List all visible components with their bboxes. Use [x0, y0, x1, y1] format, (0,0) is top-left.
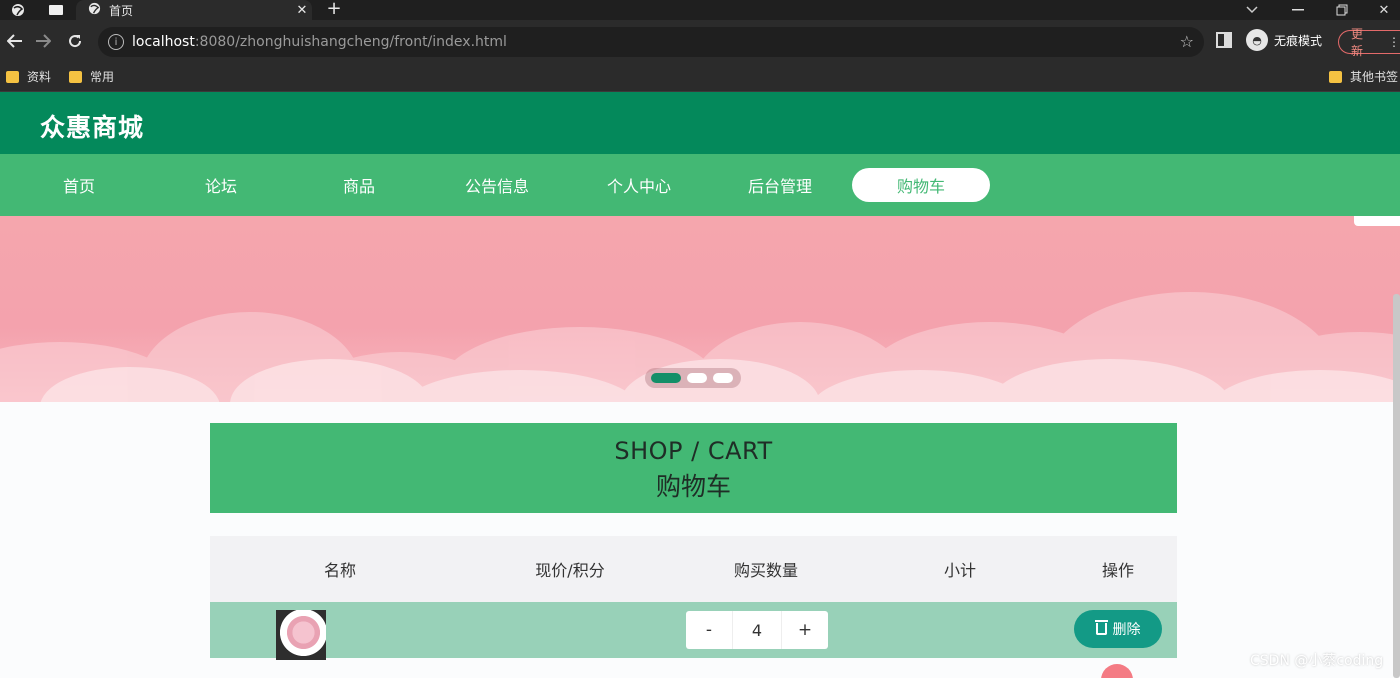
page-scrollbar[interactable] — [1393, 294, 1400, 678]
incognito-icon: ◓ — [1246, 29, 1268, 51]
tab-close-icon[interactable]: ✕ — [292, 3, 312, 18]
banner-carousel[interactable] — [0, 216, 1400, 402]
nav-item-cart[interactable]: 购物车 — [852, 168, 990, 202]
close-window-icon[interactable]: ✕ — [1362, 0, 1400, 20]
column-header-subtotal: 小计 — [943, 561, 976, 580]
side-panel-icon[interactable] — [1216, 32, 1232, 48]
bookmark-folder-0[interactable]: 资料 — [6, 68, 51, 85]
back-arrow-icon[interactable] — [0, 20, 30, 62]
other-bookmarks-label: 其他书签 — [1350, 70, 1399, 84]
trash-icon — [1094, 620, 1108, 635]
address-bar[interactable]: i localhost:8080/zhonghuishangcheng/fron… — [98, 27, 1204, 57]
cart-heading-en: SHOP / CART — [614, 437, 773, 465]
update-button[interactable]: 更新 ⋮ — [1338, 27, 1400, 58]
cart-table-header: 名称 现价/积分 购买数量 小计 操作 — [210, 536, 1177, 602]
nav-item-products[interactable]: 商品 — [290, 168, 428, 202]
cart-section: SHOP / CART 购物车 名称 现价/积分 购买数量 小计 操作 - 4 … — [0, 402, 1400, 678]
quantity-value[interactable]: 4 — [732, 611, 782, 649]
banner-edge — [1354, 216, 1400, 226]
product-thumbnail[interactable] — [276, 610, 326, 660]
watermark: CSDN @小蔡coding — [1250, 653, 1384, 669]
minimize-icon[interactable] — [1276, 0, 1320, 20]
folder-icon — [69, 70, 82, 83]
table-row: - 4 + 删除 — [210, 602, 1177, 660]
carousel-dot-3[interactable] — [713, 373, 733, 383]
column-header-name: 名称 — [323, 561, 356, 580]
bookmark-label: 常用 — [90, 70, 115, 84]
reload-icon[interactable] — [60, 20, 90, 62]
bookmark-star-icon[interactable]: ☆ — [1180, 32, 1194, 51]
column-header-action: 操作 — [1101, 561, 1134, 580]
nav-item-forum[interactable]: 论坛 — [152, 168, 290, 202]
site-nav: 首页 论坛 商品 公告信息 个人中心 后台管理 购物车 — [0, 154, 1400, 216]
bookmark-folder-1[interactable]: 常用 — [69, 68, 114, 85]
carousel-dot-1[interactable] — [651, 373, 681, 383]
nav-item-profile[interactable]: 个人中心 — [570, 168, 708, 202]
site-header: 众惠商城 — [0, 92, 1400, 154]
nav-item-announcements[interactable]: 公告信息 — [428, 168, 566, 202]
bookmarks-bar: 资料 常用 其他书签 — [0, 62, 1400, 92]
bookmark-label: 资料 — [27, 70, 52, 84]
cart-heading: SHOP / CART 购物车 — [210, 423, 1177, 513]
url-host: localhost — [132, 34, 195, 50]
update-label: 更新 — [1351, 27, 1364, 58]
other-bookmarks[interactable]: 其他书签 — [1329, 68, 1398, 85]
browser-toolbar: i localhost:8080/zhonghuishangcheng/fron… — [0, 20, 1400, 62]
delete-label: 删除 — [1112, 622, 1141, 638]
nav-item-home[interactable]: 首页 — [10, 168, 148, 202]
site-title: 众惠商城 — [40, 113, 145, 142]
tab-window-icon[interactable] — [40, 0, 72, 20]
increment-button[interactable]: + — [782, 611, 828, 649]
tab-homepage[interactable]: 首页 ✕ — [76, 0, 312, 20]
globe-icon — [88, 2, 101, 19]
nav-item-admin[interactable]: 后台管理 — [711, 168, 849, 202]
forward-arrow-icon[interactable] — [28, 20, 58, 62]
quantity-stepper: - 4 + — [686, 611, 828, 649]
more-menu-icon[interactable]: ⋮ — [1388, 35, 1400, 49]
column-header-price: 现价/积分 — [535, 561, 605, 580]
column-header-quantity: 购买数量 — [733, 561, 798, 580]
url-path: :8080/zhonghuishangcheng/front/index.htm… — [194, 34, 507, 50]
tab-search-icon[interactable] — [2, 0, 34, 20]
incognito-label: 无痕模式 — [1274, 33, 1323, 48]
new-tab-icon[interactable]: + — [322, 0, 346, 20]
tab-list-icon[interactable] — [1230, 0, 1274, 20]
folder-icon — [1329, 70, 1342, 83]
browser-tabstrip: 首页 ✕ + ✕ — [0, 0, 1400, 20]
carousel-indicators — [645, 368, 741, 388]
carousel-dot-2[interactable] — [687, 373, 707, 383]
floating-action-button[interactable] — [1101, 664, 1133, 678]
decrement-button[interactable]: - — [686, 611, 732, 649]
tab-title: 首页 — [109, 3, 134, 18]
incognito-indicator[interactable]: ◓ 无痕模式 — [1246, 29, 1322, 51]
cart-heading-cn: 购物车 — [655, 472, 731, 501]
folder-icon — [6, 70, 19, 83]
delete-button[interactable]: 删除 — [1074, 610, 1162, 648]
info-icon[interactable]: i — [108, 34, 124, 50]
restore-icon[interactable] — [1320, 0, 1364, 20]
